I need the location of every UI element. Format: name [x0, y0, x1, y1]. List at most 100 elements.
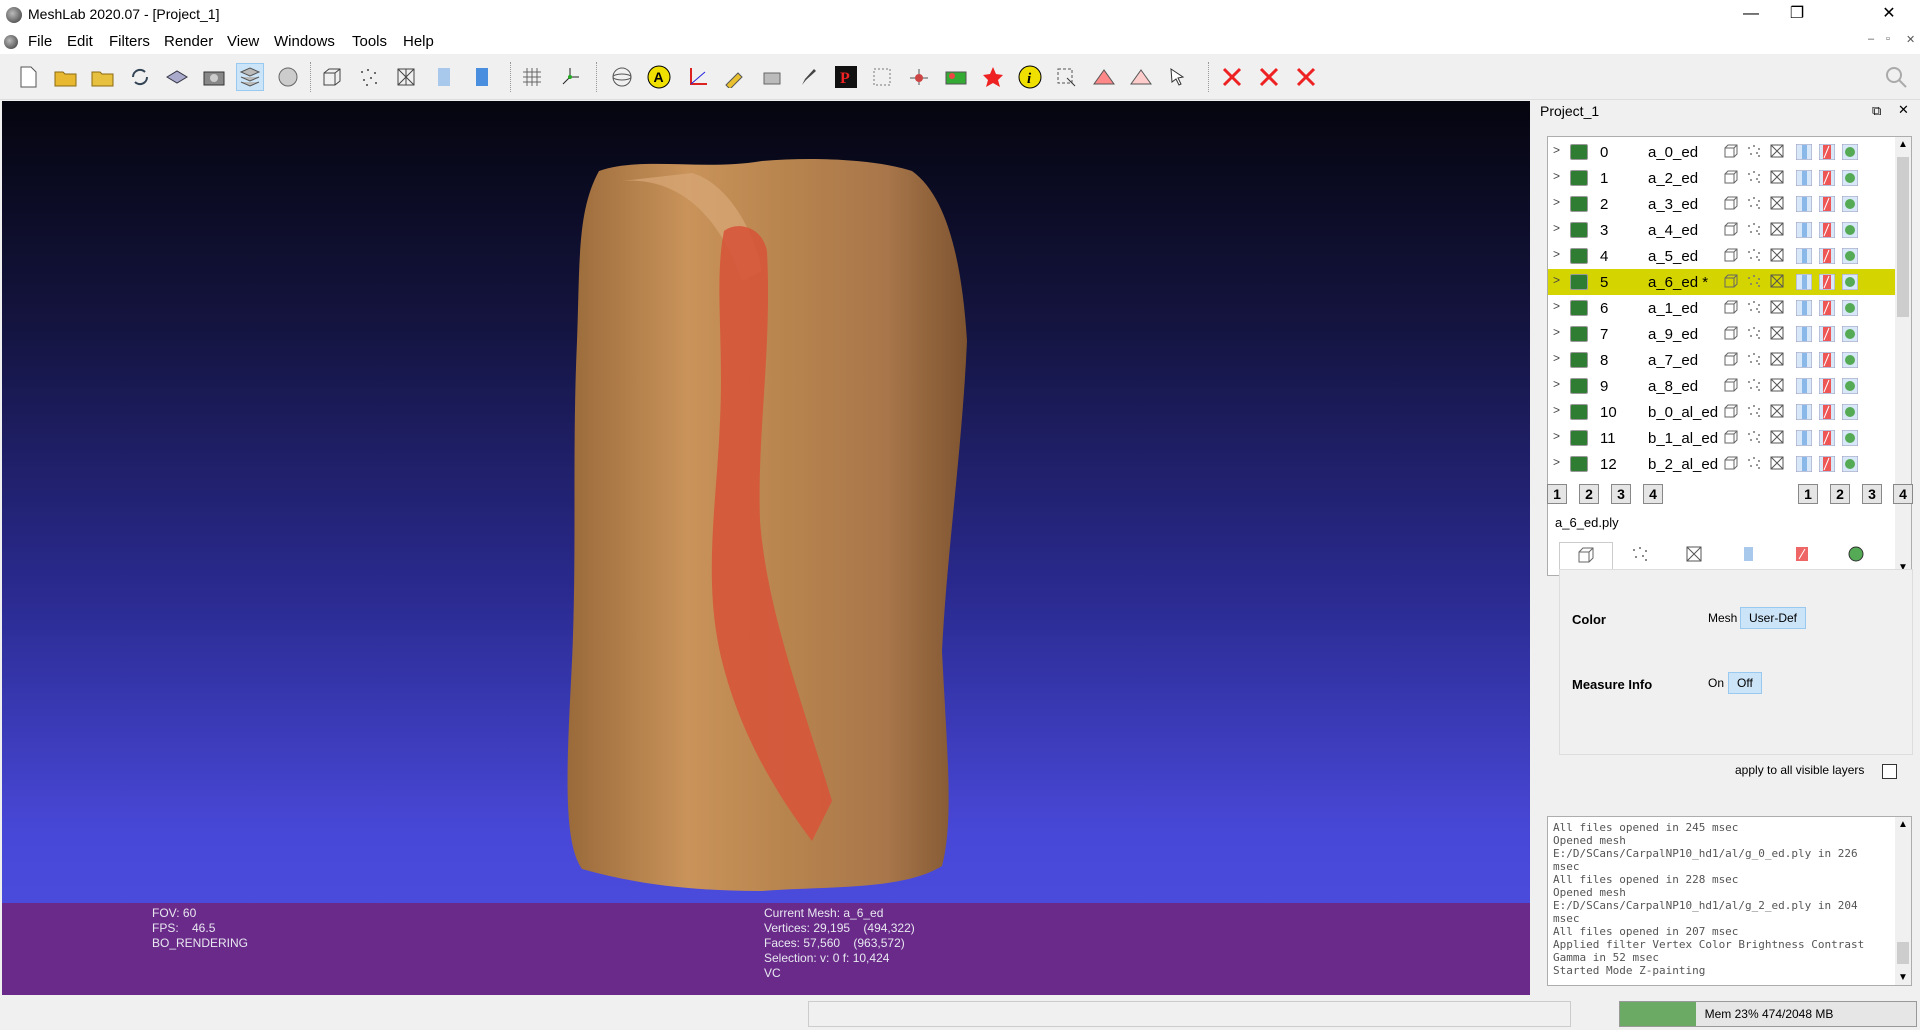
- expand-arrow-icon[interactable]: >: [1553, 299, 1560, 313]
- tab-texture[interactable]: [1775, 542, 1829, 570]
- layer-row[interactable]: >7 a_9_ed: [1548, 321, 1896, 347]
- visibility-eye-icon[interactable]: [1570, 300, 1588, 316]
- layer-bbox-icon[interactable]: [1724, 222, 1740, 238]
- expand-arrow-icon[interactable]: >: [1553, 273, 1560, 287]
- layer-flat-icon[interactable]: [1795, 377, 1813, 395]
- bounding-box-icon[interactable]: [318, 63, 346, 91]
- scroll-up-icon[interactable]: ▲: [1898, 139, 1908, 150]
- tab-wireframe[interactable]: [1667, 542, 1721, 570]
- points-icon[interactable]: [355, 63, 383, 91]
- visibility-eye-icon[interactable]: [1570, 170, 1588, 186]
- layer-bbox-icon[interactable]: [1724, 378, 1740, 394]
- render-view-button-2[interactable]: 2: [1830, 484, 1850, 504]
- georef-icon[interactable]: [942, 63, 970, 91]
- layer-texture-icon[interactable]: [1818, 377, 1836, 395]
- color-mesh-option[interactable]: Mesh: [1700, 608, 1745, 628]
- layer-row[interactable]: >6 a_1_ed: [1548, 295, 1896, 321]
- layer-list[interactable]: >12 b_2_al_ed >11 b_1_al_ed >10 b_0_al_ed >9 a_…: [1547, 136, 1912, 576]
- select-cursor-icon[interactable]: [1164, 63, 1192, 91]
- layer-points-icon[interactable]: [1747, 430, 1763, 446]
- expand-arrow-icon[interactable]: >: [1553, 195, 1560, 209]
- select-vertices-icon[interactable]: [868, 63, 896, 91]
- search-icon[interactable]: [1882, 63, 1910, 91]
- annotation-icon[interactable]: A: [645, 63, 673, 91]
- color-icon[interactable]: [979, 63, 1007, 91]
- layer-flat-icon[interactable]: [1795, 403, 1813, 421]
- layer-view-button-3[interactable]: 3: [1611, 484, 1631, 504]
- layer-wire-icon[interactable]: [1770, 404, 1786, 420]
- layer-points-icon[interactable]: [1747, 456, 1763, 472]
- layer-deco-icon[interactable]: [1841, 143, 1859, 161]
- layer-wire-icon[interactable]: [1770, 300, 1786, 316]
- restore-button[interactable]: ❐: [1774, 0, 1820, 30]
- log-window[interactable]: All files opened in 245 msec Opened mesh…: [1547, 816, 1912, 986]
- layer-flat-icon[interactable]: [1795, 143, 1813, 161]
- layer-flat-icon[interactable]: [1795, 195, 1813, 213]
- delete-vertices-icon[interactable]: [1218, 63, 1246, 91]
- visibility-eye-icon[interactable]: [1570, 196, 1588, 212]
- layer-bbox-icon[interactable]: [1724, 196, 1740, 212]
- reload-icon[interactable]: [126, 63, 154, 91]
- layer-bbox-icon[interactable]: [1724, 352, 1740, 368]
- expand-arrow-icon[interactable]: >: [1553, 143, 1560, 157]
- layer-wire-icon[interactable]: [1770, 378, 1786, 394]
- layer-flat-icon[interactable]: [1795, 299, 1813, 317]
- minimize-button[interactable]: —: [1728, 0, 1774, 30]
- axis-icon[interactable]: [556, 63, 584, 91]
- tab-bbox[interactable]: [1559, 542, 1613, 570]
- menu-file[interactable]: File: [28, 33, 52, 50]
- global-icon[interactable]: [274, 63, 302, 91]
- tab-decorators[interactable]: [1829, 542, 1883, 570]
- expand-arrow-icon[interactable]: >: [1553, 247, 1560, 261]
- select-connected-icon[interactable]: [1090, 63, 1118, 91]
- visibility-eye-icon[interactable]: [1570, 378, 1588, 394]
- menu-edit[interactable]: Edit: [67, 33, 93, 50]
- select-faces-icon[interactable]: [1052, 63, 1080, 91]
- layer-deco-icon[interactable]: [1841, 273, 1859, 291]
- layer-deco-icon[interactable]: [1841, 247, 1859, 265]
- layer-wire-icon[interactable]: [1770, 352, 1786, 368]
- layer-texture-icon[interactable]: [1818, 221, 1836, 239]
- apply-all-checkbox[interactable]: [1882, 764, 1897, 779]
- layer-bbox-icon[interactable]: [1724, 170, 1740, 186]
- expand-arrow-icon[interactable]: >: [1553, 351, 1560, 365]
- mdi-close-button[interactable]: ✕: [1906, 33, 1915, 46]
- layer-texture-icon[interactable]: [1818, 403, 1836, 421]
- layer-points-icon[interactable]: [1747, 196, 1763, 212]
- layer-flat-icon[interactable]: [1795, 429, 1813, 447]
- mdi-minimize-button[interactable]: –: [1868, 33, 1874, 45]
- align-icon[interactable]: [720, 63, 748, 91]
- layer-texture-icon[interactable]: [1818, 195, 1836, 213]
- save-icon[interactable]: [163, 63, 191, 91]
- layer-points-icon[interactable]: [1747, 300, 1763, 316]
- layer-texture-icon[interactable]: [1818, 169, 1836, 187]
- layer-wire-icon[interactable]: [1770, 248, 1786, 264]
- layer-texture-icon[interactable]: [1818, 273, 1836, 291]
- layer-wire-icon[interactable]: [1770, 274, 1786, 290]
- open-mesh-icon[interactable]: [89, 63, 117, 91]
- dock-float-button[interactable]: ⧉: [1872, 103, 1881, 119]
- camera-icon[interactable]: [758, 63, 786, 91]
- layer-bbox-icon[interactable]: [1724, 248, 1740, 264]
- app-menu-icon[interactable]: [4, 35, 18, 49]
- layer-points-icon[interactable]: [1747, 144, 1763, 160]
- layer-points-icon[interactable]: [1747, 248, 1763, 264]
- layer-row[interactable]: >3 a_4_ed: [1548, 217, 1896, 243]
- layer-texture-icon[interactable]: [1818, 455, 1836, 473]
- layer-texture-icon[interactable]: [1818, 143, 1836, 161]
- layer-deco-icon[interactable]: [1841, 325, 1859, 343]
- 3d-viewport[interactable]: FOV: 60 FPS: 46.5 BO_RENDERING Current M…: [2, 101, 1530, 995]
- layer-bbox-icon[interactable]: [1724, 430, 1740, 446]
- scrollbar-thumb[interactable]: [1897, 157, 1909, 317]
- layer-row[interactable]: >1 a_2_ed: [1548, 165, 1896, 191]
- layer-wire-icon[interactable]: [1770, 456, 1786, 472]
- manipulator-icon[interactable]: [905, 63, 933, 91]
- layer-flat-icon[interactable]: [1795, 325, 1813, 343]
- visibility-eye-icon[interactable]: [1570, 222, 1588, 238]
- layer-bbox-icon[interactable]: [1724, 144, 1740, 160]
- layer-bbox-icon[interactable]: [1724, 274, 1740, 290]
- menu-tools[interactable]: Tools: [352, 33, 387, 50]
- layer-deco-icon[interactable]: [1841, 169, 1859, 187]
- scroll-down-icon[interactable]: ▼: [1898, 972, 1908, 983]
- paint-icon[interactable]: [795, 63, 823, 91]
